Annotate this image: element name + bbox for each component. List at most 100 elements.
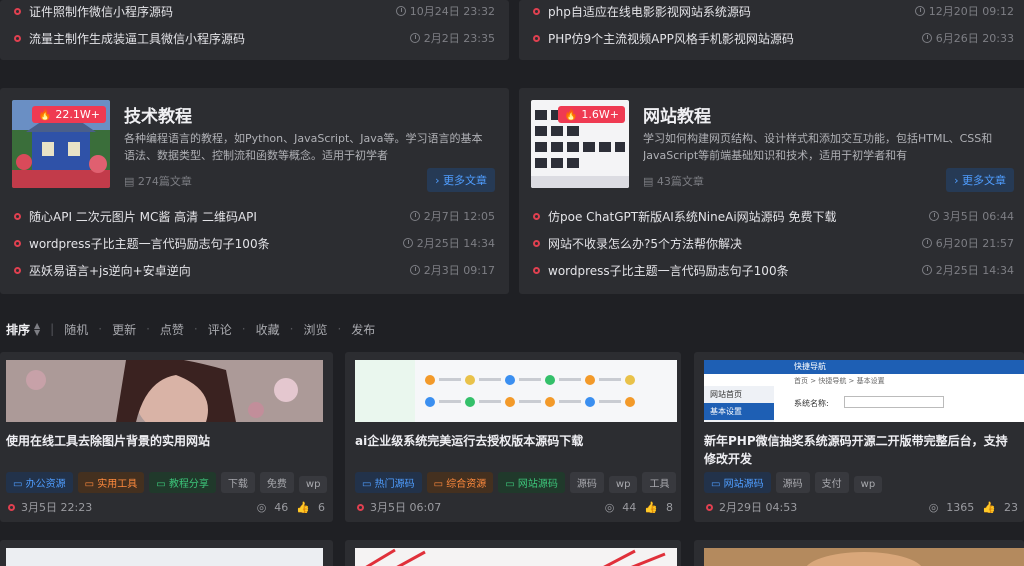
thumbs-up-icon: 👍: [982, 500, 996, 514]
tag[interactable]: wp: [853, 476, 883, 493]
tag[interactable]: ▭ 网站源码: [704, 472, 771, 493]
post-thumbnail[interactable]: 快捷导航 首页 > 快捷导航 > 基本设置 网站首页 基本设置 系统名称:: [704, 360, 1024, 422]
bullet-icon: [8, 503, 15, 511]
clock-icon: [409, 33, 420, 43]
post-card[interactable]: ai企业级系统完美运行去授权版本源码下载 ▭ 热门源码 ▭ 综合资源 ▭ 网站源码源…: [345, 352, 681, 522]
post-card[interactable]: 快捷导航 首页 > 快捷导航 > 基本设置 网站首页 基本设置 系统名称: 新年…: [694, 352, 1024, 522]
list-item-title[interactable]: 巫妖易语言+js逆向+安卓逆向: [29, 262, 410, 279]
sort-option-favorites[interactable]: 收藏: [256, 321, 280, 338]
clock-icon: [928, 211, 939, 221]
eye-icon: ◎: [928, 500, 939, 514]
date-text: 6月20日 21:57: [935, 237, 1014, 250]
screenshot-field-input: [844, 396, 944, 408]
tag-list: ▭ 办公资源 ▭ 实用工具 ▭ 教程分享 下载 免费 wp: [6, 472, 332, 493]
tag[interactable]: ▭ 实用工具: [77, 472, 145, 493]
more-articles-button[interactable]: › 更多文章: [946, 168, 1014, 192]
tag[interactable]: ▭ 热门源码: [355, 472, 422, 493]
article-count: ▤ 43篇文章: [643, 175, 704, 188]
sort-option-random[interactable]: 随机: [64, 321, 88, 338]
tag[interactable]: 免费: [259, 472, 294, 493]
nav-text: 快捷导航: [794, 362, 826, 371]
category-description: 学习如何构建网页结构、设计样式和添加交互功能，包括HTML、CSS和JavaSc…: [643, 132, 993, 162]
post-card-partial[interactable]: [694, 540, 1024, 566]
sort-option-updated[interactable]: 更新: [112, 321, 136, 338]
tag[interactable]: wp: [608, 476, 638, 493]
list-item[interactable]: 仿poe ChatGPT新版AI系统NineAi网站源码 免费下载 3月5日 0…: [533, 206, 1014, 226]
post-thumbnail[interactable]: [355, 548, 677, 566]
tag[interactable]: 下载: [220, 472, 255, 493]
list-item[interactable]: 证件照制作微信小程序源码 10月24日 23:32: [14, 1, 495, 21]
post-meta: 2月29日 04:53 ◎ 1365 👍 23: [706, 500, 1018, 514]
post-thumbnail[interactable]: [6, 548, 323, 566]
tag[interactable]: wp: [298, 476, 328, 493]
post-title[interactable]: 新年PHP微信抽奖系统源码开源二开版带完整后台，支持修改开发: [704, 432, 1014, 468]
post-card-partial[interactable]: [0, 540, 333, 566]
divider: ·: [337, 322, 342, 336]
post-card[interactable]: 使用在线工具去除图片背景的实用网站 ▭ 办公资源 ▭ 实用工具 ▭ 教程分享 下载 免费…: [0, 352, 333, 522]
post-stats: ◎ 44 👍 8: [605, 501, 673, 514]
list-item-title[interactable]: 仿poe ChatGPT新版AI系统NineAi网站源码 免费下载: [548, 208, 929, 225]
tag[interactable]: 工具: [642, 472, 677, 493]
sort-option-comments[interactable]: 评论: [208, 321, 232, 338]
clock-icon: [914, 6, 925, 16]
category-panel-web-tutorial: 🔥 1.6W+ 网站教程 学习如何构建网页结构、设计样式和添加交互功能，包括HT…: [519, 88, 1024, 294]
top-right-list-panel: php自适应在线电影影视网站系统源码 12月20日 09:12 PHP仿9个主流…: [519, 0, 1024, 60]
list-item[interactable]: wordpress子比主题一言代码励志句子100条 2月25日 14:34: [533, 260, 1014, 280]
more-articles-button[interactable]: › 更多文章: [427, 168, 495, 192]
tag[interactable]: ▭ 办公资源: [6, 472, 73, 493]
list-item[interactable]: 巫妖易语言+js逆向+安卓逆向 2月3日 09:17: [14, 260, 495, 280]
list-item-date: 6月26日 20:33: [921, 30, 1014, 46]
like-count: 6: [318, 500, 325, 514]
tag[interactable]: ▭ 综合资源: [426, 472, 494, 493]
list-item-date: 2月7日 12:05: [409, 208, 495, 224]
list-item-title[interactable]: php自适应在线电影影视网站系统源码: [548, 3, 915, 20]
tag[interactable]: 支付: [814, 472, 849, 493]
category-title[interactable]: 网站教程: [643, 102, 711, 127]
sort-option-published[interactable]: 发布: [351, 321, 375, 338]
category-title[interactable]: 技术教程: [124, 102, 192, 127]
divider: ·: [193, 322, 198, 336]
clock-icon: [402, 238, 413, 248]
post-title[interactable]: 使用在线工具去除图片背景的实用网站: [6, 432, 323, 450]
post-thumbnail[interactable]: [704, 548, 1024, 566]
list-item-date: 2月25日 14:34: [402, 235, 495, 251]
list-item-date: 3月5日 06:44: [928, 208, 1014, 224]
category-thumbnail[interactable]: 🔥 1.6W+: [531, 100, 629, 188]
list-item-title[interactable]: wordpress子比主题一言代码励志句子100条: [548, 262, 922, 279]
eye-icon: ◎: [256, 500, 267, 514]
sort-option-likes[interactable]: 点赞: [160, 321, 184, 338]
list-item-title[interactable]: 流量主制作生成装逼工具微信小程序源码: [29, 30, 410, 47]
tag[interactable]: ▭ 网站源码: [498, 472, 565, 493]
list-item-title[interactable]: 网站不收录怎么办?5个方法帮你解决: [548, 235, 922, 252]
list-item-title[interactable]: PHP仿9个主流视频APP风格手机影视网站源码: [548, 30, 922, 47]
post-thumbnail[interactable]: [355, 360, 677, 422]
category-thumbnail[interactable]: 🔥 22.1W+: [12, 100, 110, 188]
eye-icon: ◎: [604, 500, 615, 514]
post-date: 2月29日 04:53: [719, 501, 798, 514]
hot-badge: 🔥 1.6W+: [558, 106, 625, 123]
tag[interactable]: 源码: [569, 472, 604, 493]
sort-dropdown[interactable]: 排序 ▲ ▼: [6, 321, 40, 338]
post-thumbnail[interactable]: [6, 360, 323, 422]
sort-option-views[interactable]: 浏览: [303, 321, 327, 338]
list-item[interactable]: PHP仿9个主流视频APP风格手机影视网站源码 6月26日 20:33: [533, 28, 1014, 48]
tag[interactable]: 源码: [775, 472, 810, 493]
bullet-icon: [533, 212, 540, 220]
list-item-title[interactable]: wordpress子比主题一言代码励志句子100条: [29, 235, 403, 252]
list-item-date: 6月20日 21:57: [921, 235, 1014, 251]
view-count: 46: [274, 500, 289, 514]
tag[interactable]: ▭ 教程分享: [149, 472, 216, 493]
hot-count: 22.1W+: [55, 108, 100, 121]
hot-badge: 🔥 22.1W+: [32, 106, 106, 123]
thumbs-up-icon: 👍: [296, 500, 310, 514]
post-title[interactable]: ai企业级系统完美运行去授权版本源码下载: [355, 432, 671, 450]
list-item[interactable]: 流量主制作生成装逼工具微信小程序源码 2月2日 23:35: [14, 28, 495, 48]
list-item[interactable]: php自适应在线电影影视网站系统源码 12月20日 09:12: [533, 1, 1014, 21]
list-item[interactable]: 随心API 二次元图片 MC酱 高清 二维码API 2月7日 12:05: [14, 206, 495, 226]
list-item[interactable]: wordpress子比主题一言代码励志句子100条 2月25日 14:34: [14, 233, 495, 253]
hot-count: 1.6W+: [581, 108, 619, 121]
list-item-title[interactable]: 证件照制作微信小程序源码: [29, 3, 396, 20]
post-card-partial[interactable]: [345, 540, 681, 566]
list-item[interactable]: 网站不收录怎么办?5个方法帮你解决 6月20日 21:57: [533, 233, 1014, 253]
list-item-title[interactable]: 随心API 二次元图片 MC酱 高清 二维码API: [29, 208, 410, 225]
